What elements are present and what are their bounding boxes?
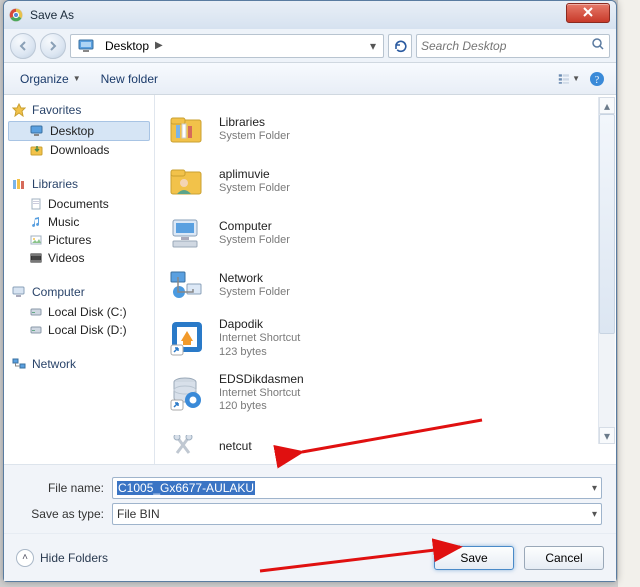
refresh-button[interactable]: [388, 34, 412, 58]
computer-header[interactable]: Computer: [8, 283, 150, 303]
search-box[interactable]: [416, 34, 610, 58]
file-sub: System Folder: [219, 234, 290, 248]
network-icon: [165, 265, 209, 305]
sidebar-item-videos[interactable]: Videos: [8, 249, 150, 267]
breadcrumb[interactable]: Desktop ▶ ▾: [70, 34, 384, 58]
network-header[interactable]: Network: [8, 355, 150, 375]
titlebar: Save As: [4, 1, 616, 29]
type-label: Save as type:: [4, 507, 112, 521]
file-sub: System Folder: [219, 286, 290, 300]
computer-icon: [165, 213, 209, 253]
file-name: netcut: [219, 439, 252, 454]
libraries-group: Libraries Documents Music Pictures Video…: [8, 175, 150, 267]
dbshortcut-icon: [165, 373, 209, 413]
address-bar-row: Desktop ▶ ▾: [4, 29, 616, 63]
file-item[interactable]: Network System Folder: [161, 259, 610, 311]
libraries-icon: [165, 109, 209, 149]
sidebar-item-music[interactable]: Music: [8, 213, 150, 231]
libraries-header[interactable]: Libraries: [8, 175, 150, 195]
search-icon: [591, 37, 605, 54]
netcut-icon: [165, 426, 209, 464]
filename-label: File name:: [4, 481, 112, 495]
svg-text:?: ?: [595, 75, 600, 86]
save-as-dialog: Save As Desktop ▶ ▾: [3, 0, 617, 582]
window-title: Save As: [30, 8, 74, 22]
close-button[interactable]: [566, 3, 610, 23]
organize-button[interactable]: Organize▼: [12, 68, 89, 90]
file-item[interactable]: netcut: [161, 420, 610, 464]
breadcrumb-dropdown[interactable]: ▾: [365, 39, 381, 53]
file-name: aplimuvie: [219, 167, 290, 182]
chrome-icon: [8, 7, 24, 23]
scrollbar[interactable]: ▴ ▾: [598, 97, 615, 444]
scroll-down-button[interactable]: ▾: [599, 427, 615, 444]
sidebar-item-disk-c[interactable]: Local Disk (C:): [8, 303, 150, 321]
nav-forward-button[interactable]: [40, 33, 66, 59]
network-group: Network: [8, 355, 150, 375]
file-sub: Internet Shortcut: [219, 332, 300, 346]
save-button[interactable]: Save: [434, 546, 514, 570]
filename-area: File name: C1005_Gx6677-AULAKU ▾ Save as…: [4, 464, 616, 533]
hide-folders-button[interactable]: ˄ Hide Folders: [16, 549, 108, 567]
ishortcut-icon: [165, 318, 209, 358]
sidebar-item-desktop[interactable]: Desktop: [8, 121, 150, 141]
toolbar: Organize▼ New folder ▼ ?: [4, 63, 616, 95]
file-sub: Internet Shortcut: [219, 387, 304, 401]
filename-value[interactable]: C1005_Gx6677-AULAKU: [117, 481, 255, 495]
sidebar-item-downloads[interactable]: Downloads: [8, 141, 150, 159]
hide-folders-label: Hide Folders: [40, 551, 108, 565]
file-item[interactable]: Libraries System Folder: [161, 103, 610, 155]
file-sub: System Folder: [219, 182, 290, 196]
file-item[interactable]: aplimuvie System Folder: [161, 155, 610, 207]
sidebar-item-disk-d[interactable]: Local Disk (D:): [8, 321, 150, 339]
filename-history-dropdown[interactable]: ▾: [592, 483, 597, 494]
file-name: Computer: [219, 219, 290, 234]
file-name: EDSDikdasmen: [219, 372, 304, 387]
view-options-button[interactable]: ▼: [558, 68, 580, 90]
help-button[interactable]: ?: [586, 68, 608, 90]
desktop-icon: [77, 36, 97, 56]
userfolder-icon: [165, 161, 209, 201]
file-item[interactable]: EDSDikdasmen Internet Shortcut 120 bytes: [161, 366, 610, 421]
scroll-up-button[interactable]: ▴: [599, 97, 615, 114]
file-size: 123 bytes: [219, 346, 300, 360]
type-value: File BIN: [117, 507, 160, 521]
file-list[interactable]: Libraries System Folder aplimuvie System…: [154, 95, 616, 464]
file-name: Libraries: [219, 115, 290, 130]
file-name: Network: [219, 271, 290, 286]
chevron-right-icon[interactable]: ▶: [153, 40, 165, 51]
nav-back-button[interactable]: [10, 33, 36, 59]
file-item[interactable]: Dapodik Internet Shortcut 123 bytes: [161, 311, 610, 366]
filename-field[interactable]: C1005_Gx6677-AULAKU ▾: [112, 477, 602, 499]
computer-group: Computer Local Disk (C:) Local Disk (D:): [8, 283, 150, 339]
file-item[interactable]: Computer System Folder: [161, 207, 610, 259]
sidebar-item-pictures[interactable]: Pictures: [8, 231, 150, 249]
sidebar-item-documents[interactable]: Documents: [8, 195, 150, 213]
favorites-group: Favorites Desktop Downloads: [8, 101, 150, 159]
new-folder-button[interactable]: New folder: [93, 68, 166, 90]
new-folder-label: New folder: [101, 72, 158, 86]
file-size: 120 bytes: [219, 400, 304, 414]
breadcrumb-location[interactable]: Desktop: [101, 39, 153, 53]
type-combobox[interactable]: File BIN ▾: [112, 503, 602, 525]
chevron-down-icon: ▾: [592, 509, 597, 520]
button-bar: ˄ Hide Folders Save Cancel: [4, 533, 616, 581]
scroll-thumb[interactable]: [599, 114, 615, 334]
cancel-button[interactable]: Cancel: [524, 546, 604, 570]
file-name: Dapodik: [219, 317, 300, 332]
collapse-icon: ˄: [16, 549, 34, 567]
organize-label: Organize: [20, 72, 69, 86]
search-input[interactable]: [421, 39, 587, 53]
favorites-header[interactable]: Favorites: [8, 101, 150, 121]
navigation-pane: Favorites Desktop Downloads Libraries: [4, 95, 154, 464]
file-sub: System Folder: [219, 130, 290, 144]
